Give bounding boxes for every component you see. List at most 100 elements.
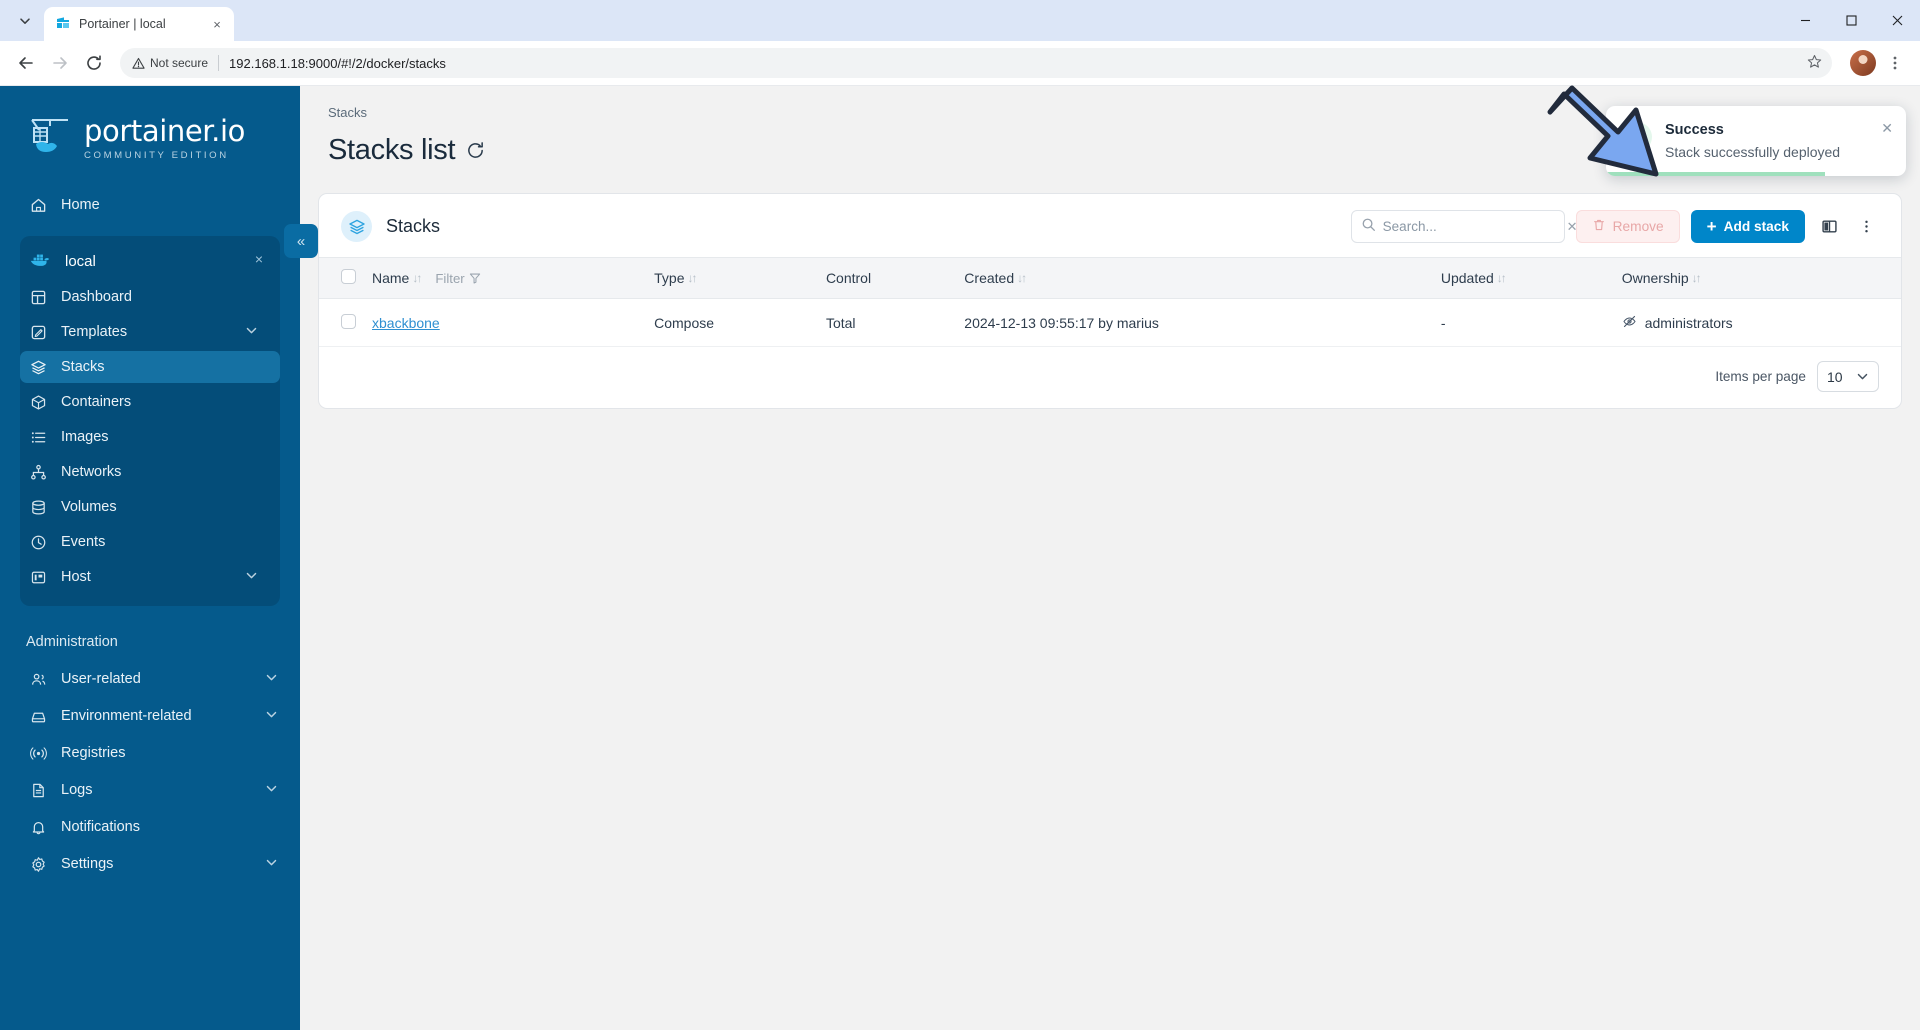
remove-button[interactable]: Remove	[1575, 210, 1680, 243]
column-header-type[interactable]: Type ↓↑	[646, 257, 818, 299]
row-checkbox[interactable]	[341, 313, 356, 329]
column-label: Type	[654, 270, 685, 286]
security-indicator[interactable]: Not secure	[132, 56, 208, 70]
sidebar-item-settings[interactable]: Settings	[0, 848, 300, 880]
sidebar-item-label: Networks	[61, 464, 122, 480]
portainer-logo[interactable]: portainer.io COMMUNITY EDITION	[0, 96, 300, 184]
environment-icon	[29, 707, 47, 725]
search-box[interactable]: ✕	[1350, 210, 1578, 243]
select-all-header[interactable]	[319, 257, 364, 299]
minimize-icon	[1800, 19, 1810, 22]
sidebar-item-label: Host	[61, 569, 91, 585]
sidebar-item-environment-related[interactable]: Environment-related	[0, 700, 300, 732]
sort-icon[interactable]: ↓↑	[1017, 271, 1027, 285]
profile-avatar[interactable]	[1850, 50, 1876, 76]
column-header-control[interactable]: Control	[817, 257, 957, 299]
toast-close-icon[interactable]: ✕	[1881, 120, 1893, 137]
chevron-down-icon[interactable]	[245, 569, 258, 586]
environment-name: local	[65, 252, 96, 270]
sidebar-collapse-button[interactable]: «	[284, 224, 318, 258]
browser-menu-button[interactable]	[1880, 48, 1910, 78]
sidebar-item-label: Images	[61, 429, 109, 445]
table-head: Name ↓↑ Filter Type ↓↑ Control Created ↓…	[319, 257, 1901, 299]
more-vertical-icon[interactable]	[1853, 219, 1879, 234]
column-label: Name	[372, 270, 410, 286]
sidebar-item-label: Templates	[61, 324, 128, 340]
chevron-down-icon[interactable]	[245, 324, 258, 341]
bell-icon	[29, 818, 47, 836]
chevron-down-icon[interactable]	[265, 856, 278, 873]
sidebar-item-stacks[interactable]: Stacks	[20, 351, 280, 383]
sidebar-item-networks[interactable]: Networks	[20, 456, 280, 488]
stack-name-link[interactable]: xbackbone	[372, 315, 440, 331]
containers-icon	[29, 393, 47, 411]
window-maximize-button[interactable]	[1828, 0, 1874, 41]
items-per-page-select[interactable]: 10	[1817, 361, 1879, 392]
sort-icon[interactable]: ↓↑	[687, 271, 697, 285]
toast-notification: Success Stack successfully deployed ✕	[1606, 106, 1906, 176]
tab-search-button[interactable]	[6, 6, 44, 36]
browser-toolbar: Not secure 192.168.1.18:9000/#!/2/docker…	[0, 41, 1920, 86]
columns-icon[interactable]	[1816, 218, 1842, 235]
search-input[interactable]	[1382, 219, 1560, 234]
sidebar-item-notifications[interactable]: Notifications	[0, 811, 300, 843]
warning-icon	[132, 57, 145, 69]
more-vertical-icon	[1893, 56, 1897, 70]
registries-icon	[29, 744, 47, 762]
sort-icon[interactable]: ↓↑	[1692, 271, 1702, 285]
bookmark-icon[interactable]	[1807, 54, 1822, 72]
stacks-icon	[341, 211, 372, 242]
sort-icon[interactable]: ↓↑	[1497, 271, 1507, 285]
events-icon	[29, 533, 47, 551]
sidebar-item-host[interactable]: Host	[20, 561, 280, 593]
column-header-name[interactable]: Name ↓↑ Filter	[364, 257, 647, 299]
sidebar-item-dashboard[interactable]: Dashboard	[20, 281, 280, 313]
reload-button[interactable]	[78, 47, 110, 79]
table-body: xbackbone Compose Total 2024-12-13 09:55…	[319, 298, 1901, 347]
window-close-button[interactable]	[1874, 0, 1920, 41]
window-minimize-button[interactable]	[1782, 0, 1828, 41]
administration-section: Administration User-related Environment-…	[0, 612, 300, 895]
sidebar-item-logs[interactable]: Logs	[0, 774, 300, 806]
chevron-down-icon[interactable]	[265, 671, 278, 688]
sidebar-item-images[interactable]: Images	[20, 421, 280, 453]
sidebar-item-registries[interactable]: Registries	[0, 737, 300, 769]
select-all-checkbox[interactable]	[341, 269, 356, 284]
sidebar-item-user-related[interactable]: User-related	[0, 663, 300, 695]
row-select-cell[interactable]	[319, 298, 364, 347]
column-header-updated[interactable]: Updated ↓↑	[1432, 257, 1614, 299]
cell-control: Total	[817, 298, 957, 347]
sidebar-item-containers[interactable]: Containers	[20, 386, 280, 418]
column-header-created[interactable]: Created ↓↑	[956, 257, 1433, 299]
chevron-down-icon[interactable]	[265, 782, 278, 799]
sidebar-item-home[interactable]: Home	[0, 189, 300, 221]
sidebar-item-label: User-related	[61, 671, 141, 687]
chevron-down-icon[interactable]	[265, 708, 278, 725]
address-bar[interactable]: Not secure 192.168.1.18:9000/#!/2/docker…	[120, 48, 1832, 78]
sidebar-item-volumes[interactable]: Volumes	[20, 491, 280, 523]
column-header-ownership[interactable]: Ownership ↓↑	[1613, 257, 1901, 299]
browser-tab[interactable]: Portainer | local ×	[44, 7, 234, 41]
browser-window: Portainer | local × Not secure 192.168.1…	[0, 0, 1920, 1030]
sidebar-item-label: Notifications	[61, 819, 140, 835]
tab-close-icon[interactable]: ×	[208, 15, 226, 33]
eye-off-icon	[1622, 314, 1637, 332]
sort-icon[interactable]: ↓↑	[412, 271, 422, 285]
logs-icon	[29, 781, 47, 799]
table-row[interactable]: xbackbone Compose Total 2024-12-13 09:55…	[319, 298, 1901, 347]
images-icon	[29, 428, 47, 446]
sidebar-item-templates[interactable]: Templates	[20, 316, 280, 348]
environment-close-icon[interactable]: ×	[250, 250, 268, 268]
refresh-icon[interactable]	[466, 141, 485, 160]
back-button[interactable]	[10, 47, 42, 79]
environment-header[interactable]: local ×	[20, 244, 280, 278]
add-stack-button[interactable]: + Add stack	[1690, 210, 1805, 243]
filter-icon	[469, 273, 480, 284]
stacks-icon	[29, 358, 47, 376]
table-footer: Items per page 10	[319, 347, 1901, 408]
sidebar-item-label: Stacks	[61, 359, 105, 375]
name-filter[interactable]: Filter	[435, 271, 480, 286]
sidebar-item-events[interactable]: Events	[20, 526, 280, 558]
forward-button[interactable]	[44, 47, 76, 79]
plus-icon: +	[1706, 217, 1717, 236]
